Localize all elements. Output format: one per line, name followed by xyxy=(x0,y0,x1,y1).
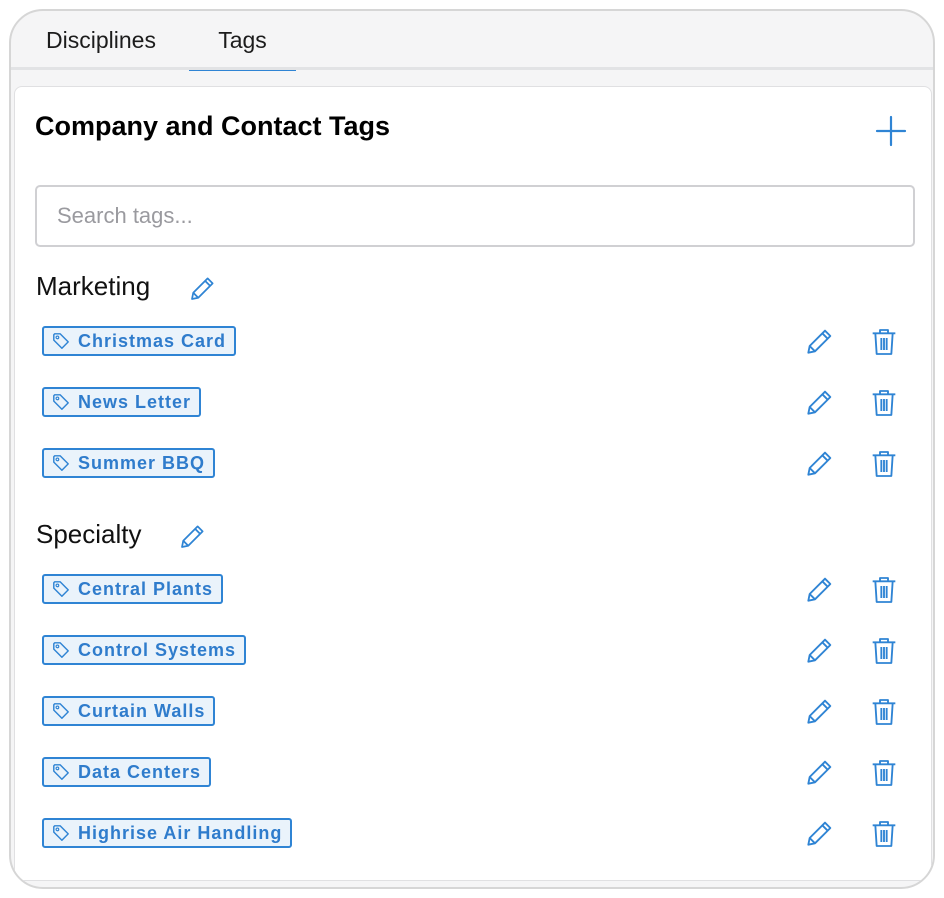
edit-tag-button[interactable] xyxy=(803,326,835,358)
pencil-icon xyxy=(807,451,832,476)
search-input[interactable] xyxy=(35,185,915,247)
tag-label: Christmas Card xyxy=(78,330,227,351)
trash-icon xyxy=(872,329,896,355)
edit-tag-button[interactable] xyxy=(803,635,835,667)
tag-label: Data Centers xyxy=(78,761,202,782)
delete-tag-button[interactable] xyxy=(868,326,900,358)
tag-chip[interactable]: Summer BBQ xyxy=(42,448,216,478)
group-title-marketing: Marketing xyxy=(36,271,151,301)
pencil-icon xyxy=(807,699,832,724)
tag-chip[interactable]: Central Plants xyxy=(42,574,224,604)
tag-chip[interactable]: News Letter xyxy=(42,387,202,417)
tag-icon xyxy=(53,703,69,719)
pencil-icon xyxy=(807,577,832,602)
tag-label: News Letter xyxy=(78,391,192,412)
plus-icon xyxy=(875,115,907,147)
tag-label: Control Systems xyxy=(78,639,237,660)
tag-icon xyxy=(53,394,69,410)
pencil-icon xyxy=(807,638,832,663)
tag-chip[interactable]: Data Centers xyxy=(42,757,212,787)
delete-tag-button[interactable] xyxy=(868,574,900,606)
edit-tag-button[interactable] xyxy=(803,696,835,728)
delete-tag-button[interactable] xyxy=(868,448,900,480)
edit-tag-button[interactable] xyxy=(803,757,835,789)
delete-tag-button[interactable] xyxy=(868,757,900,789)
pencil-icon xyxy=(807,329,832,354)
pencil-icon xyxy=(807,760,832,785)
trash-icon xyxy=(872,638,896,664)
edit-tag-button[interactable] xyxy=(803,448,835,480)
tag-chip[interactable]: Christmas Card xyxy=(42,326,237,356)
pencil-icon xyxy=(191,277,214,300)
edit-tag-button[interactable] xyxy=(803,574,835,606)
tag-chip[interactable]: Control Systems xyxy=(42,635,247,665)
tags-card: Company and Contact Tags Marketing Chris… xyxy=(14,86,932,881)
trash-icon xyxy=(872,699,896,725)
edit-group-specialty-button[interactable] xyxy=(177,522,207,552)
tag-label: Curtain Walls xyxy=(78,700,206,721)
delete-tag-button[interactable] xyxy=(868,635,900,667)
delete-tag-button[interactable] xyxy=(868,387,900,419)
tags-panel: Disciplines Tags Company and Contact Tag… xyxy=(9,9,935,889)
tag-icon xyxy=(53,825,69,841)
group-title-specialty: Specialty xyxy=(36,519,142,549)
tag-icon xyxy=(53,455,69,471)
tag-icon xyxy=(53,764,69,780)
tab-bar: Disciplines Tags xyxy=(11,11,933,71)
tab-bar-divider xyxy=(11,67,933,70)
tag-label: Summer BBQ xyxy=(78,452,206,473)
tag-chip[interactable]: Highrise Air Handling xyxy=(42,818,293,848)
edit-tag-button[interactable] xyxy=(803,387,835,419)
tag-icon xyxy=(53,581,69,597)
pencil-icon xyxy=(181,525,204,548)
trash-icon xyxy=(872,390,896,416)
delete-tag-button[interactable] xyxy=(868,696,900,728)
card-title: Company and Contact Tags xyxy=(35,111,391,141)
tag-chip[interactable]: Curtain Walls xyxy=(42,696,216,726)
tag-icon xyxy=(53,333,69,349)
tab-tags[interactable]: Tags xyxy=(189,11,296,71)
delete-tag-button[interactable] xyxy=(868,818,900,850)
edit-tag-button[interactable] xyxy=(803,818,835,850)
add-tag-button[interactable] xyxy=(873,113,909,149)
pencil-icon xyxy=(807,390,832,415)
pencil-icon xyxy=(807,821,832,846)
trash-icon xyxy=(872,451,896,477)
trash-icon xyxy=(872,760,896,786)
edit-group-marketing-button[interactable] xyxy=(187,274,217,304)
tag-label: Central Plants xyxy=(78,578,214,599)
trash-icon xyxy=(872,577,896,603)
tag-label: Highrise Air Handling xyxy=(78,822,283,843)
tab-disciplines[interactable]: Disciplines xyxy=(25,11,177,69)
trash-icon xyxy=(872,821,896,847)
tag-icon xyxy=(53,642,69,658)
